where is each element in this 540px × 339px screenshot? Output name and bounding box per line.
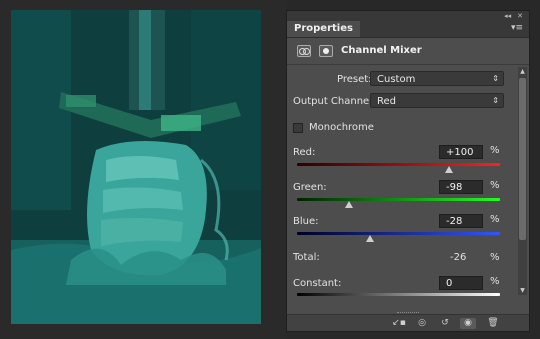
panel-tabbar: Properties ▾≡	[287, 21, 529, 38]
green-slider-thumb[interactable]	[344, 201, 353, 208]
adjustment-header: Channel Mixer	[287, 38, 529, 65]
preset-select[interactable]: Custom ⇕	[370, 71, 504, 86]
blue-slider-thumb[interactable]	[366, 235, 375, 242]
output-channel-select[interactable]: Red ⇕	[370, 93, 504, 108]
adjustment-layer-icon[interactable]	[297, 45, 311, 57]
output-channel-label: Output Channel:	[293, 96, 376, 107]
constant-slider[interactable]	[297, 293, 500, 296]
panel-menu-icon[interactable]: ▾≡	[511, 23, 523, 33]
select-arrows-icon: ⇕	[492, 96, 499, 105]
monochrome-checkbox[interactable]	[293, 123, 303, 133]
select-arrows-icon: ⇕	[492, 74, 499, 83]
canvas-image	[11, 10, 261, 324]
properties-panel: ◂◂ ✕ Properties ▾≡ Channel Mixer Preset:…	[286, 10, 530, 332]
reset-icon[interactable]: ↺	[437, 318, 453, 329]
blue-unit: %	[490, 214, 500, 225]
monochrome-label: Monochrome	[309, 122, 374, 133]
red-label: Red:	[293, 147, 316, 158]
preset-value: Custom	[377, 74, 416, 85]
trash-icon[interactable]: 🗑	[485, 318, 501, 329]
blue-label: Blue:	[293, 216, 319, 227]
blue-value-field[interactable]: -28	[439, 214, 483, 228]
clip-to-layer-icon[interactable]: ↙▪	[391, 318, 407, 329]
green-value-field[interactable]: -98	[439, 180, 483, 194]
panel-title: Channel Mixer	[341, 45, 422, 56]
total-value: -26	[450, 252, 467, 263]
red-slider-thumb[interactable]	[445, 166, 454, 173]
panel-bottom-toolbar: ↙▪ ◎ ↺ ◉ 🗑	[287, 312, 529, 331]
constant-value-field[interactable]: 0	[439, 276, 483, 290]
resize-grip[interactable]	[397, 312, 419, 315]
scrollbar-thumb[interactable]	[519, 78, 526, 240]
scroll-down-icon[interactable]: ▼	[518, 286, 527, 295]
view-previous-state-icon[interactable]: ◎	[414, 318, 430, 329]
panel-scrollbar[interactable]: ▲ ▼	[518, 67, 527, 295]
green-label: Green:	[293, 182, 327, 193]
layer-mask-icon[interactable]	[319, 45, 333, 57]
preset-label: Preset:	[337, 74, 372, 85]
scroll-up-icon[interactable]: ▲	[518, 67, 527, 76]
close-icon[interactable]: ✕	[517, 12, 523, 20]
collapse-arrows-icon[interactable]: ◂◂	[504, 12, 511, 20]
green-slider[interactable]	[297, 198, 500, 201]
green-unit: %	[490, 180, 500, 191]
tab-properties[interactable]: Properties	[287, 21, 360, 37]
red-value-field[interactable]: +100	[439, 145, 483, 159]
visibility-icon[interactable]: ◉	[460, 318, 476, 329]
blue-slider[interactable]	[297, 232, 500, 235]
output-channel-value: Red	[377, 96, 396, 107]
panel-body: Preset: Custom ⇕ Output Channel: Red ⇕ M…	[287, 65, 529, 298]
panel-topbar: ◂◂ ✕	[287, 11, 529, 21]
total-unit: %	[490, 252, 500, 263]
constant-unit: %	[490, 276, 500, 287]
red-unit: %	[490, 145, 500, 156]
document-canvas[interactable]	[0, 0, 286, 339]
total-label: Total:	[293, 252, 320, 263]
red-slider[interactable]	[297, 163, 500, 166]
constant-label: Constant:	[293, 278, 342, 289]
